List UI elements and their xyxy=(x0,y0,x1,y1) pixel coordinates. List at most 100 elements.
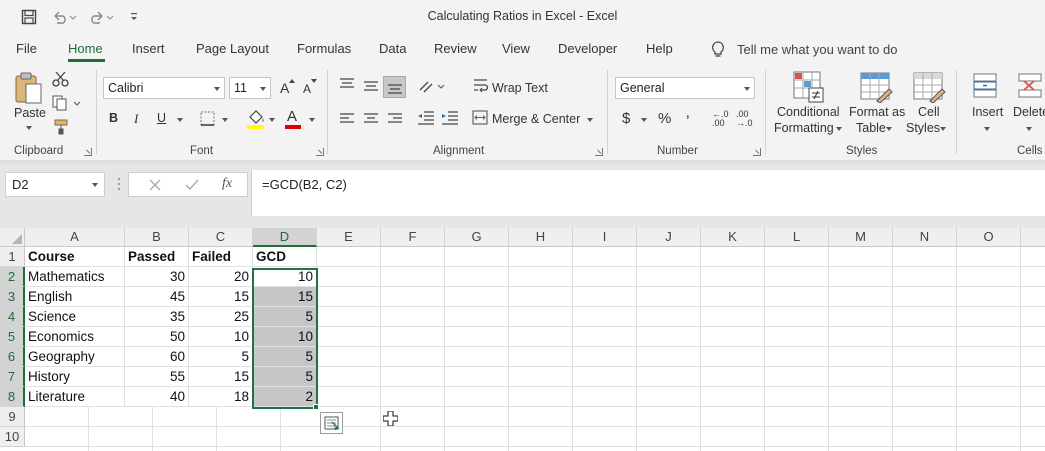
column-header-k[interactable]: K xyxy=(701,228,765,247)
formula-input[interactable]: =GCD(B2, C2) xyxy=(251,170,1045,216)
table-cell[interactable]: 10 xyxy=(253,327,317,347)
tab-file[interactable]: File xyxy=(16,41,37,56)
align-right-icon[interactable] xyxy=(387,113,403,125)
chevron-down-icon[interactable] xyxy=(92,183,98,187)
tab-review[interactable]: Review xyxy=(434,41,477,56)
column-header-f[interactable]: F xyxy=(381,228,445,247)
delete-cells-icon[interactable] xyxy=(1015,71,1045,101)
table-cell[interactable]: 2 xyxy=(253,387,317,407)
column-header-m[interactable]: M xyxy=(829,228,893,247)
borders-dropdown-icon[interactable] xyxy=(222,118,228,122)
conditional-formatting-icon[interactable] xyxy=(792,70,826,104)
increase-indent-icon[interactable] xyxy=(441,111,459,125)
currency-button[interactable]: $ xyxy=(622,110,630,127)
cell-a1[interactable]: Course xyxy=(25,247,125,267)
insert-dropdown-icon[interactable] xyxy=(984,127,990,131)
column-header-b[interactable]: B xyxy=(125,228,189,247)
clipboard-launcher-icon[interactable] xyxy=(84,148,92,156)
merge-dropdown-icon[interactable] xyxy=(587,118,593,122)
borders-icon[interactable] xyxy=(200,111,216,126)
table-cell[interactable]: Geography xyxy=(25,347,125,367)
decrease-indent-icon[interactable] xyxy=(417,111,435,125)
shrink-font-button[interactable]: A xyxy=(303,82,311,96)
format-as-table-dropdown-icon[interactable] xyxy=(886,127,892,131)
table-cell[interactable]: Science xyxy=(25,307,125,327)
select-all-corner[interactable] xyxy=(0,228,25,247)
tab-insert[interactable]: Insert xyxy=(132,41,165,56)
cut-icon[interactable] xyxy=(52,71,70,87)
table-cell[interactable]: 60 xyxy=(125,347,189,367)
column-header-j[interactable]: J xyxy=(637,228,701,247)
column-header-g[interactable]: G xyxy=(445,228,509,247)
cancel-icon[interactable] xyxy=(149,179,161,191)
conditional-formatting-dropdown-icon[interactable] xyxy=(836,127,842,131)
conditional-formatting-label-2[interactable]: Formatting xyxy=(774,121,834,135)
delete-cells-label[interactable]: Delete xyxy=(1013,105,1045,119)
tab-page-layout[interactable]: Page Layout xyxy=(196,41,269,56)
font-color-button[interactable]: A xyxy=(287,108,297,125)
tab-formulas[interactable]: Formulas xyxy=(297,41,351,56)
tab-developer[interactable]: Developer xyxy=(558,41,617,56)
name-box[interactable]: D2 xyxy=(5,172,105,197)
column-header-h[interactable]: H xyxy=(509,228,573,247)
row-header[interactable]: 10 xyxy=(0,427,25,447)
font-size-select[interactable]: 11 xyxy=(229,77,271,99)
font-name-select[interactable]: Calibri xyxy=(103,77,225,99)
orientation-icon[interactable] xyxy=(418,78,446,94)
font-color-dropdown-icon[interactable] xyxy=(309,118,315,122)
merge-center-icon[interactable] xyxy=(472,110,488,125)
formula-bar-grip-icon[interactable] xyxy=(118,177,121,191)
column-header-d[interactable]: D xyxy=(253,228,317,247)
tell-me-search[interactable]: Tell me what you want to do xyxy=(711,41,897,58)
table-cell[interactable]: 50 xyxy=(125,327,189,347)
insert-cells-icon[interactable] xyxy=(970,71,1000,101)
empty-cells[interactable] xyxy=(317,247,1045,451)
table-cell[interactable]: History xyxy=(25,367,125,387)
table-cell[interactable]: 55 xyxy=(125,367,189,387)
top-align-icon[interactable] xyxy=(339,78,355,90)
table-cell[interactable]: Mathematics xyxy=(25,267,125,287)
format-as-table-label-2[interactable]: Table xyxy=(856,121,886,135)
column-header-i[interactable]: I xyxy=(573,228,637,247)
font-launcher-icon[interactable] xyxy=(316,148,324,156)
fill-handle[interactable] xyxy=(313,404,319,410)
column-header-overflow[interactable] xyxy=(1021,228,1045,247)
fill-color-icon[interactable] xyxy=(246,108,266,130)
tab-view[interactable]: View xyxy=(502,41,530,56)
worksheet-grid[interactable]: A B C D E F G H I J K L M N O 1 2 3 4 5 … xyxy=(0,228,1045,451)
format-as-table-label-1[interactable]: Format as xyxy=(849,105,905,119)
number-launcher-icon[interactable] xyxy=(753,148,761,156)
column-header-l[interactable]: L xyxy=(765,228,829,247)
table-cell[interactable]: 25 xyxy=(189,307,253,327)
cell-styles-dropdown-icon[interactable] xyxy=(940,127,946,131)
delete-dropdown-icon[interactable] xyxy=(1026,127,1032,131)
paste-icon[interactable] xyxy=(13,71,45,105)
cell-styles-label-1[interactable]: Cell xyxy=(918,105,940,119)
column-header-n[interactable]: N xyxy=(893,228,957,247)
table-cell[interactable]: 5 xyxy=(253,307,317,327)
table-cell[interactable]: 15 xyxy=(189,367,253,387)
decrease-decimal-button[interactable]: .00 →.0 xyxy=(736,110,753,128)
table-cell[interactable]: Literature xyxy=(25,387,125,407)
table-cell[interactable]: Economics xyxy=(25,327,125,347)
underline-button[interactable]: U xyxy=(157,111,166,125)
merge-center-label[interactable]: Merge & Center xyxy=(492,112,580,126)
table-cell[interactable]: 10 xyxy=(189,327,253,347)
column-header-a[interactable]: A xyxy=(25,228,125,247)
align-left-icon[interactable] xyxy=(339,113,355,125)
table-cell[interactable]: 45 xyxy=(125,287,189,307)
table-cell[interactable]: 30 xyxy=(125,267,189,287)
bold-button[interactable]: B xyxy=(109,111,118,125)
row-header[interactable]: 5 xyxy=(0,327,25,347)
alignment-launcher-icon[interactable] xyxy=(595,148,603,156)
middle-align-icon[interactable] xyxy=(363,81,379,93)
table-cell[interactable]: 5 xyxy=(189,347,253,367)
paste-label[interactable]: Paste xyxy=(14,106,46,120)
fill-color-dropdown-icon[interactable] xyxy=(269,118,275,122)
row-header[interactable]: 1 xyxy=(0,247,25,267)
cell-styles-icon[interactable] xyxy=(912,71,946,103)
increase-decimal-button[interactable]: ←.0 .00 xyxy=(712,110,729,128)
table-cell[interactable]: 15 xyxy=(253,287,317,307)
copy-icon[interactable] xyxy=(52,95,82,111)
quick-analysis-button[interactable] xyxy=(320,412,343,434)
